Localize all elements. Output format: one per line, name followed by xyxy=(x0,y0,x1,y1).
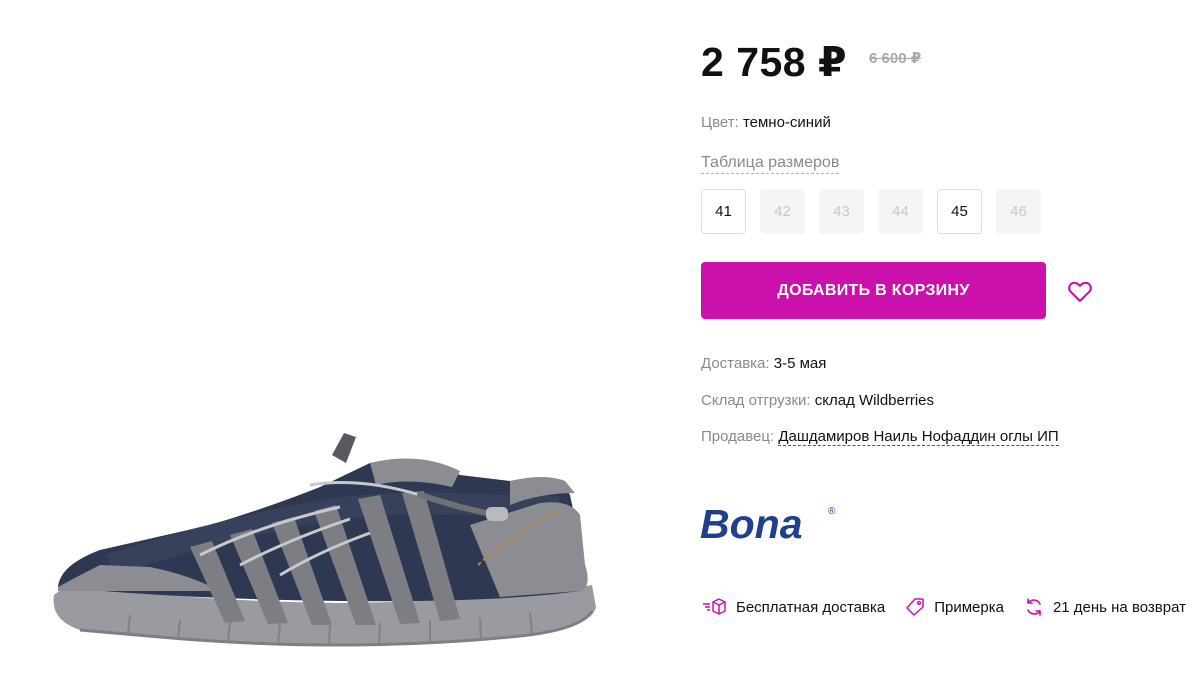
size-option-43: 43 xyxy=(819,189,864,234)
add-to-cart-button[interactable]: ДОБАВИТЬ В КОРЗИНУ xyxy=(701,262,1046,319)
feature-try-on: Примерка xyxy=(905,597,1004,617)
brand-logo-text: Bona xyxy=(700,501,803,546)
size-option-41[interactable]: 41 xyxy=(701,189,746,234)
feature-label: Примерка xyxy=(934,598,1004,616)
brand-logo[interactable]: Bona ® xyxy=(700,500,840,547)
delivery-info: Доставка: 3-5 мая xyxy=(701,355,826,372)
delivery-box-icon xyxy=(703,598,726,615)
old-price: 6 600 ₽ xyxy=(869,50,922,67)
feature-return: 21 день на возврат xyxy=(1024,597,1186,617)
size-option-42: 42 xyxy=(760,189,805,234)
features-bar: Бесплатная доставка Примерка 21 день на … xyxy=(701,597,1200,617)
size-option-46: 46 xyxy=(996,189,1041,234)
warehouse-info: Склад отгрузки: склад Wildberries xyxy=(701,392,934,409)
wishlist-button[interactable] xyxy=(1066,277,1094,305)
size-option-45[interactable]: 45 xyxy=(937,189,982,234)
size-selector: 41 42 43 44 45 46 xyxy=(701,189,1041,234)
feature-label: 21 день на возврат xyxy=(1052,598,1186,616)
brand-registered-mark: ® xyxy=(828,506,836,517)
return-arrows-icon xyxy=(1027,598,1041,616)
seller-info: Продавец: Дашдамиров Наиль Нофаддин оглы… xyxy=(701,428,1059,446)
warehouse-value: склад Wildberries xyxy=(814,392,935,409)
color-value: темно-синий xyxy=(742,114,831,131)
size-table-link[interactable]: Таблица размеров xyxy=(701,154,840,174)
shoe-illustration xyxy=(53,433,596,647)
heart-icon xyxy=(1068,281,1092,302)
delivery-value: 3-5 мая xyxy=(773,355,827,372)
size-option-44: 44 xyxy=(878,189,923,234)
feature-label: Бесплатная доставка xyxy=(736,598,886,616)
feature-free-delivery: Бесплатная доставка xyxy=(701,597,885,617)
price-row: 2 758 ₽ 6 600 ₽ xyxy=(701,38,921,86)
delivery-label: Доставка: xyxy=(701,355,770,372)
seller-name-link[interactable]: Дашдамиров Наиль Нофаддин оглы ИП xyxy=(778,428,1059,446)
warehouse-label: Склад отгрузки: xyxy=(701,392,811,409)
current-price: 2 758 ₽ xyxy=(701,39,848,85)
color-label: Цвет: xyxy=(701,114,739,131)
product-image[interactable] xyxy=(40,415,610,685)
bona-logo: Bona ® xyxy=(700,501,836,547)
color-info: Цвет: темно-синий xyxy=(701,114,831,131)
seller-label: Продавец: xyxy=(701,428,775,445)
tag-icon xyxy=(906,598,924,616)
